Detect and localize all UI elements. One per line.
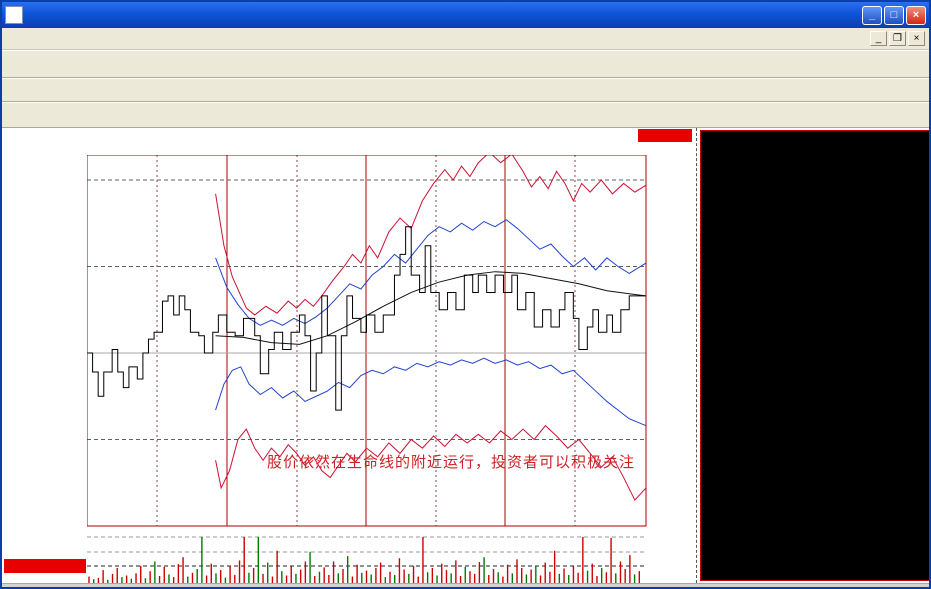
title-bar: _ □ × bbox=[2, 2, 929, 28]
date-label bbox=[638, 129, 692, 142]
chart-workspace: 股价依然在生命线的附近运行，投资者可以积极关注 ▲ bbox=[2, 128, 929, 583]
chart-annotation: 股价依然在生命线的附近运行，投资者可以积极关注 bbox=[267, 453, 635, 471]
series-Dn bbox=[216, 358, 646, 425]
panel-splitter[interactable] bbox=[696, 128, 697, 583]
close-button[interactable]: × bbox=[906, 6, 926, 25]
main-toolbar bbox=[2, 50, 929, 78]
window-controls: _ □ × bbox=[862, 6, 926, 25]
mdi-restore-button[interactable]: ❐ bbox=[889, 31, 906, 46]
bottom-frame bbox=[2, 583, 929, 587]
chart-toolbar bbox=[2, 78, 929, 102]
maximize-button[interactable]: □ bbox=[884, 6, 904, 25]
drawing-toolbar bbox=[2, 102, 929, 128]
price-chart[interactable]: 股价依然在生命线的附近运行，投资者可以积极关注 bbox=[87, 155, 647, 583]
mdi-window-controls: _ ❐ × bbox=[870, 31, 927, 46]
app-logo-icon bbox=[5, 6, 23, 24]
mdi-close-button[interactable]: × bbox=[908, 31, 925, 46]
quote-panel bbox=[700, 130, 931, 581]
menu-bar: _ ❐ × bbox=[2, 28, 929, 50]
app-window: _ □ × _ ❐ × 股价依然在生命线的附近运行，投资者可以积极关注 bbox=[0, 0, 931, 589]
minimize-button[interactable]: _ bbox=[862, 6, 882, 25]
volume-highlight-label bbox=[4, 559, 86, 573]
mdi-minimize-button[interactable]: _ bbox=[870, 31, 887, 46]
